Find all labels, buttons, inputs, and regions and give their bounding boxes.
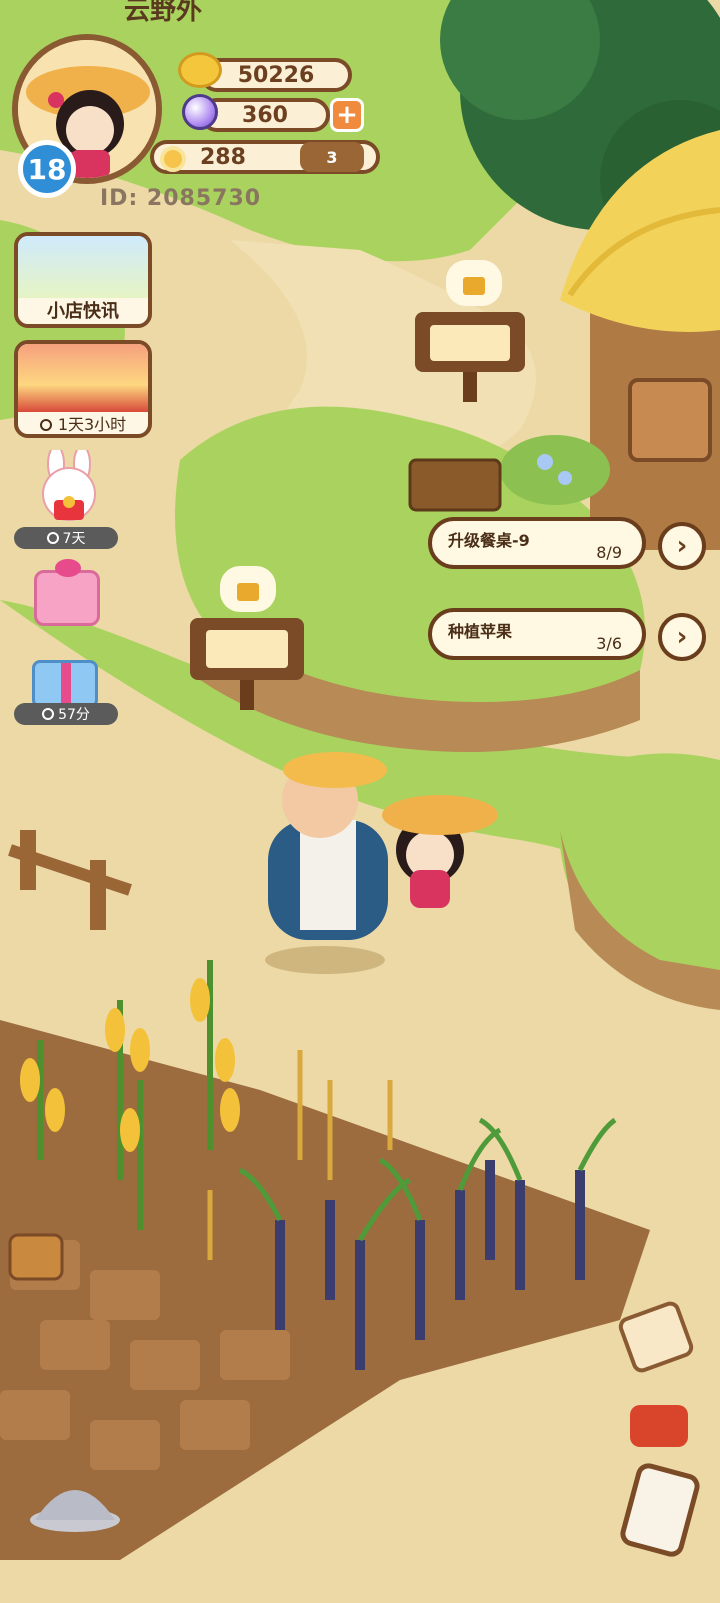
player-id[interactable]: ID: 2085730 <box>100 186 261 211</box>
locked-furniture-sign[interactable] <box>415 258 525 404</box>
quest-title: 种植苹果 <box>448 622 513 641</box>
shop-news-thumbnail <box>18 236 148 298</box>
flowers-value: 288 <box>200 144 246 170</box>
bunny-gift-button[interactable] <box>34 445 104 530</box>
quest-title: 升级餐桌-9 <box>448 531 530 550</box>
phone-button[interactable] <box>624 1466 696 1558</box>
clock-icon <box>42 708 55 720</box>
gift-ribbon-icon <box>61 663 71 705</box>
pink-giftbox-button[interactable] <box>34 559 100 626</box>
coins-counter: 50226 <box>200 58 352 92</box>
flower-icon <box>160 146 186 172</box>
area-title: 云野外 <box>124 0 203 26</box>
quest-upgrade-table[interactable]: 升级餐桌-9 8/9 <box>428 517 646 569</box>
flower-exchange-button[interactable]: 3 <box>300 142 364 172</box>
quest-progress: 3/6 <box>596 634 622 653</box>
quest-go-button[interactable]: › <box>658 522 706 570</box>
bunny-icon <box>42 445 96 521</box>
gems-value: 360 <box>242 102 288 128</box>
plot-lock-icon[interactable] <box>10 1235 62 1279</box>
blue-giftbox-button[interactable] <box>32 660 98 708</box>
chevron-right-icon: › <box>676 531 688 561</box>
locked-fruit-sign[interactable] <box>190 564 304 710</box>
coins-value: 50226 <box>237 62 315 88</box>
shop-news-button[interactable]: 小店快讯 <box>14 232 152 328</box>
level-badge: 18 <box>18 140 76 198</box>
gift-timer: 57分 <box>58 707 90 723</box>
bird-coin-icon <box>178 52 222 88</box>
gift-bow-icon <box>55 559 81 577</box>
quest-clipboard-button[interactable] <box>622 1306 690 1370</box>
gift-timer-chip: 57分 <box>14 703 118 725</box>
pearl-gem-icon <box>182 94 218 130</box>
clock-icon <box>39 419 52 431</box>
gems-counter: 360 <box>200 98 330 132</box>
bunny-timer: 7天 <box>62 531 86 547</box>
event-timer: 1天3小时 <box>57 415 127 434</box>
exchange-badge: 3 <box>326 147 338 167</box>
farm-plot[interactable] <box>0 1020 650 1440</box>
backpack-button[interactable] <box>626 1396 694 1452</box>
quest-plant-apples[interactable]: 种植苹果 3/6 <box>428 608 646 660</box>
quest-progress: 8/9 <box>596 543 622 562</box>
clock-icon <box>46 532 59 544</box>
quest-go-button[interactable]: › <box>658 613 706 661</box>
cloche-dish-button[interactable] <box>30 1460 120 1530</box>
event-sunset-thumbnail <box>18 344 148 412</box>
bunny-timer-chip: 7天 <box>14 527 118 549</box>
chevron-right-icon: › <box>676 622 688 652</box>
event-card-button[interactable]: 1天3小时 <box>14 340 152 438</box>
add-gems-button[interactable]: + <box>330 98 364 132</box>
shop-news-label: 小店快讯 <box>47 301 119 322</box>
